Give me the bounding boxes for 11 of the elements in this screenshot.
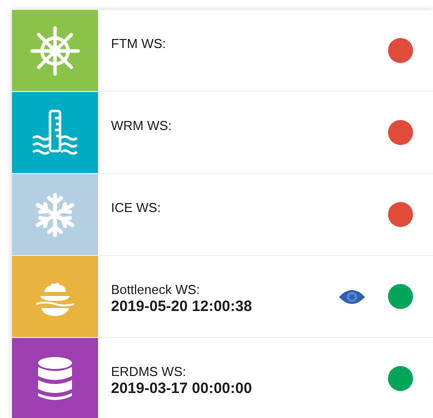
timestamp: 2019-05-20 12:00:38 <box>111 298 253 317</box>
water-gauge-icon <box>30 108 80 158</box>
wheel-icon <box>30 26 80 76</box>
service-label: ICE WS: <box>111 200 162 216</box>
service-label: WRM WS: <box>111 118 173 134</box>
eye-icon[interactable] <box>338 288 366 304</box>
timestamp: 2019-03-17 00:00:00 <box>111 380 253 399</box>
database-icon <box>35 356 75 402</box>
service-label: ERDMS WS: <box>111 364 188 380</box>
service-label: FTM WS: <box>111 36 167 52</box>
service-label: Bottleneck WS: <box>111 282 201 298</box>
